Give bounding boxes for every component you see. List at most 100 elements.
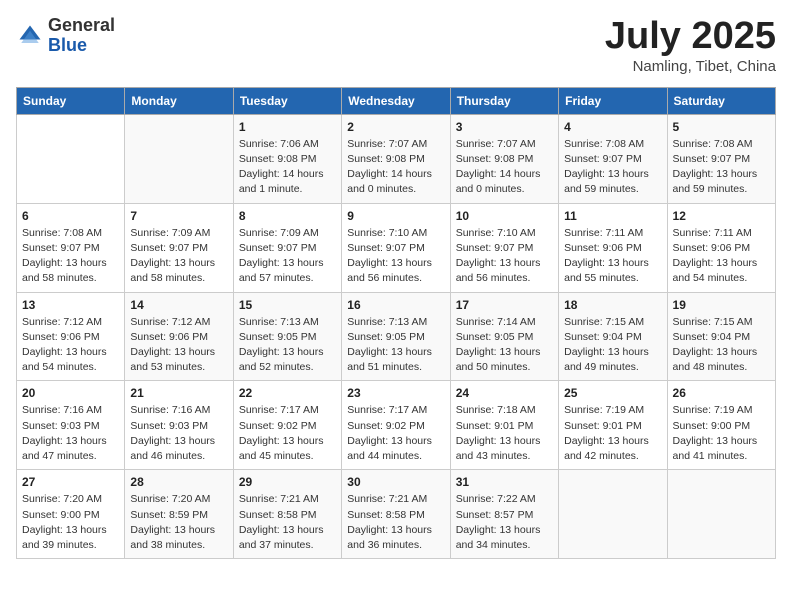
day-number: 5 xyxy=(673,120,770,134)
logo-text: General Blue xyxy=(48,16,115,56)
day-number: 6 xyxy=(22,209,119,223)
calendar-week-5: 27 Sunrise: 7:20 AM Sunset: 9:00 PM Dayli… xyxy=(17,470,776,559)
day-info: Sunrise: 7:14 AM Sunset: 9:05 PM Dayligh… xyxy=(456,315,553,376)
day-number: 15 xyxy=(239,298,336,312)
day-info: Sunrise: 7:21 AM Sunset: 8:58 PM Dayligh… xyxy=(239,492,336,553)
calendar-cell: 25 Sunrise: 7:19 AM Sunset: 9:01 PM Dayli… xyxy=(559,381,667,470)
calendar-cell: 24 Sunrise: 7:18 AM Sunset: 9:01 PM Dayli… xyxy=(450,381,558,470)
day-number: 3 xyxy=(456,120,553,134)
day-info: Sunrise: 7:08 AM Sunset: 9:07 PM Dayligh… xyxy=(22,226,119,287)
day-info: Sunrise: 7:22 AM Sunset: 8:57 PM Dayligh… xyxy=(456,492,553,553)
day-info: Sunrise: 7:19 AM Sunset: 9:00 PM Dayligh… xyxy=(673,403,770,464)
logo-icon xyxy=(16,22,44,50)
day-info: Sunrise: 7:13 AM Sunset: 9:05 PM Dayligh… xyxy=(347,315,444,376)
location: Namling, Tibet, China xyxy=(605,58,776,75)
calendar-cell: 8Sunrise: 7:09 AM Sunset: 9:07 PM Daylig… xyxy=(233,203,341,292)
day-number: 16 xyxy=(347,298,444,312)
calendar-cell: 18 Sunrise: 7:15 AM Sunset: 9:04 PM Dayli… xyxy=(559,292,667,381)
calendar-week-3: 13 Sunrise: 7:12 AM Sunset: 9:06 PM Dayli… xyxy=(17,292,776,381)
day-info: Sunrise: 7:15 AM Sunset: 9:04 PM Dayligh… xyxy=(673,315,770,376)
calendar-cell: 15Sunrise: 7:13 AM Sunset: 9:05 PM Dayli… xyxy=(233,292,341,381)
calendar-cell: 22Sunrise: 7:17 AM Sunset: 9:02 PM Dayli… xyxy=(233,381,341,470)
day-number: 10 xyxy=(456,209,553,223)
day-number: 20 xyxy=(22,386,119,400)
day-info: Sunrise: 7:19 AM Sunset: 9:01 PM Dayligh… xyxy=(564,403,661,464)
day-number: 11 xyxy=(564,209,661,223)
day-number: 23 xyxy=(347,386,444,400)
day-number: 12 xyxy=(673,209,770,223)
day-info: Sunrise: 7:08 AM Sunset: 9:07 PM Dayligh… xyxy=(673,137,770,198)
day-number: 17 xyxy=(456,298,553,312)
day-number: 18 xyxy=(564,298,661,312)
title-block: July 2025 Namling, Tibet, China xyxy=(605,16,776,75)
day-number: 21 xyxy=(130,386,227,400)
calendar-cell xyxy=(559,470,667,559)
calendar-cell xyxy=(125,114,233,203)
day-number: 28 xyxy=(130,475,227,489)
calendar-cell: 2Sunrise: 7:07 AM Sunset: 9:08 PM Daylig… xyxy=(342,114,450,203)
day-info: Sunrise: 7:17 AM Sunset: 9:02 PM Dayligh… xyxy=(347,403,444,464)
day-number: 24 xyxy=(456,386,553,400)
calendar-cell: 10 Sunrise: 7:10 AM Sunset: 9:07 PM Dayli… xyxy=(450,203,558,292)
day-info: Sunrise: 7:09 AM Sunset: 9:07 PM Dayligh… xyxy=(130,226,227,287)
page-header: General Blue July 2025 Namling, Tibet, C… xyxy=(16,16,776,75)
day-info: Sunrise: 7:21 AM Sunset: 8:58 PM Dayligh… xyxy=(347,492,444,553)
day-info: Sunrise: 7:12 AM Sunset: 9:06 PM Dayligh… xyxy=(130,315,227,376)
logo: General Blue xyxy=(16,16,115,56)
day-info: Sunrise: 7:20 AM Sunset: 9:00 PM Dayligh… xyxy=(22,492,119,553)
day-info: Sunrise: 7:18 AM Sunset: 9:01 PM Dayligh… xyxy=(456,403,553,464)
day-number: 1 xyxy=(239,120,336,134)
calendar-week-4: 20 Sunrise: 7:16 AM Sunset: 9:03 PM Dayli… xyxy=(17,381,776,470)
day-number: 27 xyxy=(22,475,119,489)
day-number: 7 xyxy=(130,209,227,223)
calendar-cell: 26 Sunrise: 7:19 AM Sunset: 9:00 PM Dayli… xyxy=(667,381,775,470)
month-title: July 2025 xyxy=(605,16,776,58)
calendar-cell: 19Sunrise: 7:15 AM Sunset: 9:04 PM Dayli… xyxy=(667,292,775,381)
day-info: Sunrise: 7:10 AM Sunset: 9:07 PM Dayligh… xyxy=(456,226,553,287)
weekday-header-friday: Friday xyxy=(559,87,667,114)
calendar-cell: 4Sunrise: 7:08 AM Sunset: 9:07 PM Daylig… xyxy=(559,114,667,203)
calendar-body: 1Sunrise: 7:06 AM Sunset: 9:08 PM Daylig… xyxy=(17,114,776,558)
day-number: 30 xyxy=(347,475,444,489)
day-info: Sunrise: 7:11 AM Sunset: 9:06 PM Dayligh… xyxy=(564,226,661,287)
day-number: 25 xyxy=(564,386,661,400)
calendar-cell: 1Sunrise: 7:06 AM Sunset: 9:08 PM Daylig… xyxy=(233,114,341,203)
calendar-cell: 11 Sunrise: 7:11 AM Sunset: 9:06 PM Dayli… xyxy=(559,203,667,292)
day-info: Sunrise: 7:15 AM Sunset: 9:04 PM Dayligh… xyxy=(564,315,661,376)
day-number: 9 xyxy=(347,209,444,223)
calendar-cell: 9 Sunrise: 7:10 AM Sunset: 9:07 PM Daylig… xyxy=(342,203,450,292)
calendar-week-2: 6 Sunrise: 7:08 AM Sunset: 9:07 PM Daylig… xyxy=(17,203,776,292)
calendar-cell: 17 Sunrise: 7:14 AM Sunset: 9:05 PM Dayli… xyxy=(450,292,558,381)
calendar-cell: 20Sunrise: 7:16 AM Sunset: 9:03 PM Dayli… xyxy=(17,381,125,470)
day-number: 31 xyxy=(456,475,553,489)
calendar-cell: 14 Sunrise: 7:12 AM Sunset: 9:06 PM Dayli… xyxy=(125,292,233,381)
calendar-cell: 13 Sunrise: 7:12 AM Sunset: 9:06 PM Dayli… xyxy=(17,292,125,381)
calendar-cell: 31 Sunrise: 7:22 AM Sunset: 8:57 PM Dayli… xyxy=(450,470,558,559)
calendar-cell: 29 Sunrise: 7:21 AM Sunset: 8:58 PM Dayli… xyxy=(233,470,341,559)
calendar-cell: 30 Sunrise: 7:21 AM Sunset: 8:58 PM Dayli… xyxy=(342,470,450,559)
day-info: Sunrise: 7:10 AM Sunset: 9:07 PM Dayligh… xyxy=(347,226,444,287)
calendar-cell: 6 Sunrise: 7:08 AM Sunset: 9:07 PM Daylig… xyxy=(17,203,125,292)
weekday-header-row: SundayMondayTuesdayWednesdayThursdayFrid… xyxy=(17,87,776,114)
calendar-cell: 27 Sunrise: 7:20 AM Sunset: 9:00 PM Dayli… xyxy=(17,470,125,559)
day-info: Sunrise: 7:09 AM Sunset: 9:07 PM Dayligh… xyxy=(239,226,336,287)
day-info: Sunrise: 7:07 AM Sunset: 9:08 PM Dayligh… xyxy=(456,137,553,198)
calendar-cell: 12 Sunrise: 7:11 AM Sunset: 9:06 PM Dayli… xyxy=(667,203,775,292)
day-number: 26 xyxy=(673,386,770,400)
day-number: 14 xyxy=(130,298,227,312)
day-info: Sunrise: 7:16 AM Sunset: 9:03 PM Dayligh… xyxy=(130,403,227,464)
day-info: Sunrise: 7:08 AM Sunset: 9:07 PM Dayligh… xyxy=(564,137,661,198)
weekday-header-wednesday: Wednesday xyxy=(342,87,450,114)
weekday-header-thursday: Thursday xyxy=(450,87,558,114)
calendar-week-1: 1Sunrise: 7:06 AM Sunset: 9:08 PM Daylig… xyxy=(17,114,776,203)
day-number: 13 xyxy=(22,298,119,312)
calendar-cell xyxy=(667,470,775,559)
calendar-cell: 7 Sunrise: 7:09 AM Sunset: 9:07 PM Daylig… xyxy=(125,203,233,292)
calendar-cell: 23 Sunrise: 7:17 AM Sunset: 9:02 PM Dayli… xyxy=(342,381,450,470)
day-number: 29 xyxy=(239,475,336,489)
day-info: Sunrise: 7:12 AM Sunset: 9:06 PM Dayligh… xyxy=(22,315,119,376)
weekday-header-saturday: Saturday xyxy=(667,87,775,114)
day-info: Sunrise: 7:11 AM Sunset: 9:06 PM Dayligh… xyxy=(673,226,770,287)
day-info: Sunrise: 7:07 AM Sunset: 9:08 PM Dayligh… xyxy=(347,137,444,198)
weekday-header-tuesday: Tuesday xyxy=(233,87,341,114)
